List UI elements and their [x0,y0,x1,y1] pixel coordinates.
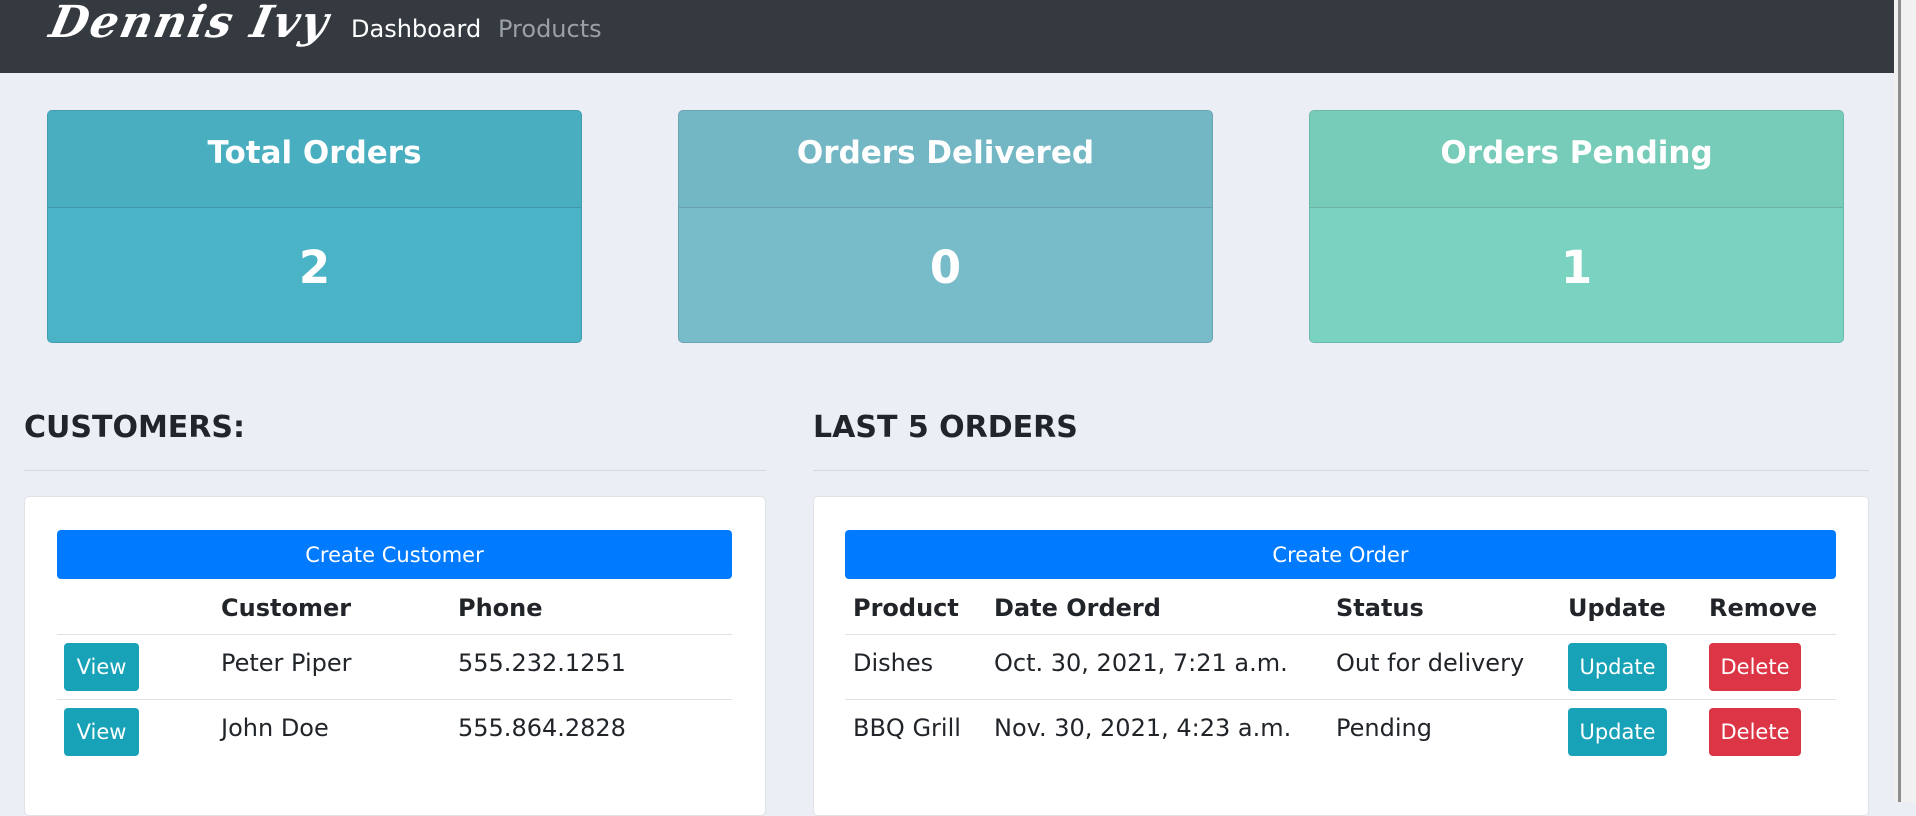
orders-delivered-value: 0 [929,240,962,294]
customers-heading: CUSTOMERS: [24,410,246,445]
order-product: BBQ Grill [853,714,961,742]
view-customer-button[interactable]: View [64,643,139,691]
orders-col-update: Update [1568,594,1666,622]
customer-name: John Doe [221,714,329,742]
update-order-button[interactable]: Update [1568,708,1667,756]
orders-header-divider [845,634,1836,635]
order-product: Dishes [853,649,934,677]
customer-name: Peter Piper [221,649,352,677]
orders-col-status: Status [1336,594,1424,622]
orders-heading: LAST 5 ORDERS [813,410,1078,445]
top-navbar: Dennis Ivy Dashboard Products [0,0,1894,73]
nav-products-link[interactable]: Products [498,14,602,44]
total-orders-title: Total Orders [48,111,581,208]
create-customer-button[interactable]: Create Customer [57,530,732,579]
orders-pending-value: 1 [1560,240,1593,294]
total-orders-card: Total Orders 2 [47,110,582,343]
customers-col-phone: Phone [458,594,543,622]
delete-order-button[interactable]: Delete [1709,643,1801,691]
orders-row-divider [845,699,1836,700]
customers-row-divider [57,699,732,700]
delete-order-button[interactable]: Delete [1709,708,1801,756]
order-date: Oct. 30, 2021, 7:21 a.m. [994,649,1288,677]
customers-divider [24,470,766,471]
orders-pending-card: Orders Pending 1 [1309,110,1844,343]
orders-col-remove: Remove [1709,594,1818,622]
orders-delivered-title: Orders Delivered [679,111,1212,208]
order-status: Out for delivery [1336,649,1525,677]
customer-phone: 555.864.2828 [458,714,626,742]
customer-phone: 555.232.1251 [458,649,626,677]
orders-col-product: Product [853,594,959,622]
update-order-button[interactable]: Update [1568,643,1667,691]
orders-divider [813,470,1869,471]
view-customer-button[interactable]: View [64,708,139,756]
customers-header-divider [57,634,732,635]
order-date: Nov. 30, 2021, 4:23 a.m. [994,714,1292,742]
orders-pending-title: Orders Pending [1310,111,1843,208]
customers-col-name: Customer [221,594,352,622]
order-status: Pending [1336,714,1432,742]
orders-col-date: Date Orderd [994,594,1161,622]
brand-logo[interactable]: Dennis Ivy [45,0,334,50]
orders-delivered-card: Orders Delivered 0 [678,110,1213,343]
create-order-button[interactable]: Create Order [845,530,1836,579]
nav-dashboard-link[interactable]: Dashboard [351,14,481,44]
scrollbar-thumb[interactable] [1898,0,1901,802]
total-orders-value: 2 [298,240,331,294]
